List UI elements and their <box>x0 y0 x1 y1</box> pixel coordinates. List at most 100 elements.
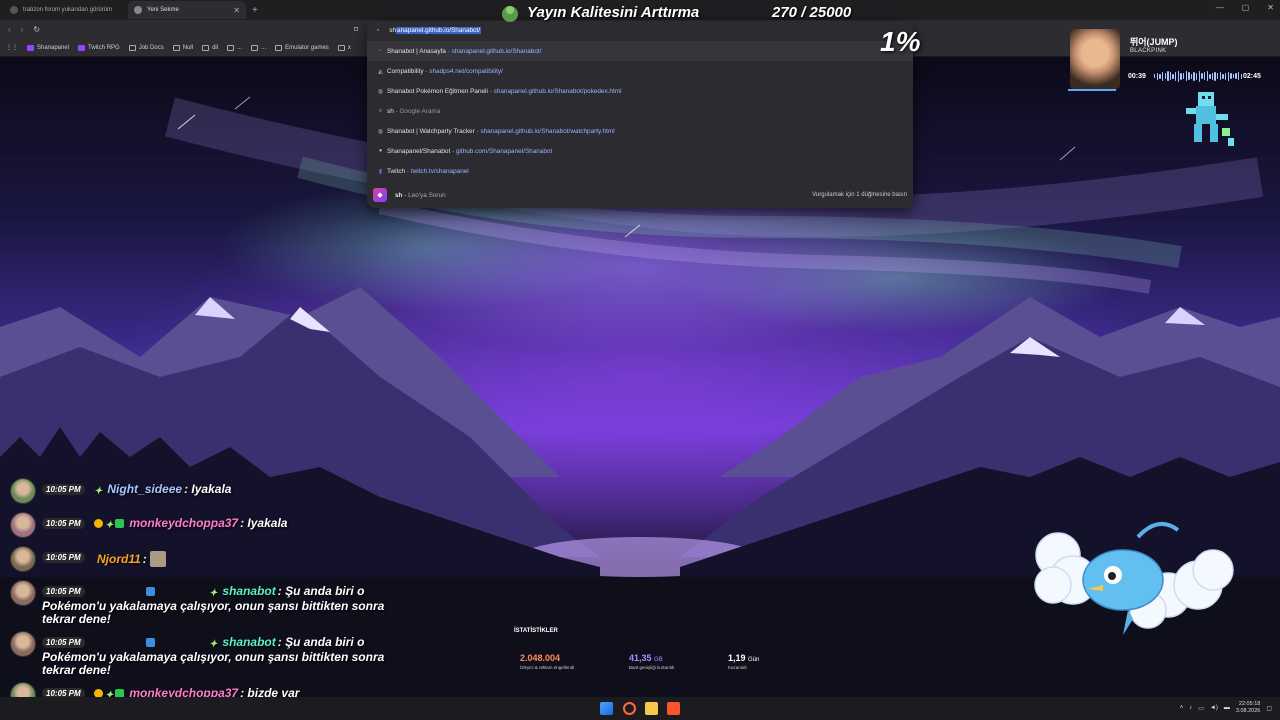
tab-favicon-icon <box>134 6 142 14</box>
chat-timestamp: 10:05 PM <box>42 552 85 563</box>
album-art <box>1070 29 1120 89</box>
twitch-icon <box>78 44 86 51</box>
gift-badge-icon <box>115 519 125 528</box>
leo-ask-row[interactable]: ◆ sh - Leo'ya Sorun Vurgulamak için 1 dü… <box>373 187 907 203</box>
reload-icon[interactable]: ↻ <box>33 25 40 34</box>
sparkle-badge-icon: ✦ <box>94 486 103 497</box>
wave-bar <box>1224 72 1227 80</box>
bookmark-item[interactable]: x <box>337 44 351 51</box>
chat-avatar <box>10 631 36 657</box>
omnibox-suggestion[interactable]: ◍ Shanabot | Watchparty Tracker - shanapa… <box>367 121 913 141</box>
chat-text: : <box>142 552 147 566</box>
bookmark-item[interactable]: Job Docs <box>128 44 164 51</box>
wave-bar <box>1164 73 1166 79</box>
chat-username[interactable]: monkeydchoppa37 <box>129 516 238 530</box>
taskbar-clock[interactable]: 22:05:18 3.08.2026 <box>1236 701 1260 715</box>
chat-avatar <box>10 512 36 538</box>
omnibox-suggestion[interactable]: ● Shanapanel/Shanabot - github.com/Shanap… <box>367 141 913 161</box>
folder-icon <box>202 44 210 51</box>
bookmark-item[interactable]: dil <box>202 44 218 51</box>
twitch-icon <box>27 44 34 51</box>
address-bar[interactable]: ▫ shanapanel.github.io/Shanabot/ <box>367 21 913 39</box>
new-tab-button[interactable]: + <box>252 5 258 16</box>
stat-value: 2.048.004 <box>520 653 561 663</box>
clock-date: 3.08.2026 <box>1235 708 1261 714</box>
song-title: 뛰어(JUMP) <box>1130 37 1178 47</box>
brave-stats-panel: İSTATİSTİKLER 2.048.004 İzleyici & rekla… <box>514 628 794 678</box>
pixel-character-sprite <box>1186 92 1234 146</box>
omnibox-dropdown: ▫ shanapanel.github.io/Shanabot/ ▫ Shanab… <box>367 21 913 208</box>
leo-hint: Vurgulamak için 1 düğmesine basın <box>812 192 907 198</box>
forward-icon[interactable]: › <box>21 25 24 34</box>
chat-username[interactable]: shanabot <box>222 584 275 598</box>
leo-label: Leo'ya Sorun <box>408 191 446 199</box>
tray-overflow-icon[interactable]: ˄ <box>1180 705 1184 711</box>
wave-bar <box>1159 73 1161 79</box>
search-icon: ⌕ <box>378 107 383 114</box>
bookmark-item[interactable]: ... <box>227 44 242 51</box>
bookmark-star-icon[interactable]: ⌑ <box>354 25 358 34</box>
wave-bar <box>1193 71 1195 81</box>
close-window-button[interactable]: ✕ <box>1267 3 1274 12</box>
volume-icon[interactable]: ◄) <box>1210 705 1218 711</box>
suggestion-title: Shanapanel/Shanabot <box>387 147 451 155</box>
network-icon[interactable]: ▭ <box>1198 705 1204 712</box>
chat-avatar <box>10 580 36 606</box>
globe-icon: ◍ <box>377 128 384 135</box>
stat-ads-blocked: 2.048.004 İzleyici & reklam engellendi <box>520 653 574 670</box>
close-tab-icon[interactable]: ✕ <box>233 6 240 15</box>
stat-label: İzleyici & reklam engellendi <box>520 665 575 670</box>
apps-icon[interactable]: ⋮⋮ <box>6 44 18 51</box>
notifications-icon[interactable]: ▢ <box>1266 705 1272 712</box>
wave-bar <box>1222 73 1224 79</box>
back-icon[interactable]: ‹ <box>8 25 11 34</box>
coin-badge-icon <box>94 519 103 528</box>
omnibox-suggestion[interactable]: ▫ Shanabot | Anasayfa - shanapanel.github… <box>367 41 913 61</box>
folder-icon <box>251 44 259 51</box>
minimize-button[interactable]: — <box>1216 3 1224 12</box>
bookmark-item[interactable]: Null <box>172 44 193 51</box>
bookmark-item[interactable]: Twitch RPG <box>78 44 120 51</box>
chat-username[interactable]: shanabot <box>222 635 275 649</box>
search-icon[interactable] <box>623 702 636 715</box>
omnibox-suggestion[interactable]: ⌕ sh - Google Arama <box>367 101 913 121</box>
wave-bar <box>1209 73 1211 79</box>
wave-bar <box>1169 72 1172 80</box>
suggestion-url: shanapanel.github.io/Shanabot/pokedex.ht… <box>493 87 622 95</box>
microphone-icon[interactable]: ♪ <box>1189 705 1192 711</box>
address-autocomplete: anapanel.github.io/Shanabot/ <box>396 26 482 34</box>
omnibox-suggestion[interactable]: ▮ Twitch - twitch.tv/shanapanel <box>367 161 913 181</box>
tab-1[interactable]: Yeni Sekme ✕ <box>128 1 246 19</box>
wave-bar <box>1182 73 1185 79</box>
globe-icon: ◍ <box>377 88 384 95</box>
brave-browser-icon[interactable] <box>667 702 680 715</box>
chat-timestamp: 10:05 PM <box>42 518 85 529</box>
now-playing-widget: 뛰어(JUMP) BLACKPINK 00:39 02:45 <box>1068 27 1268 91</box>
chat-line: ✦ shanabot: Şu anda biri o Pokémon'u yaka… <box>42 585 402 626</box>
bookmark-item[interactable]: ... <box>251 44 266 51</box>
wave-bar <box>1219 72 1222 80</box>
goal-pokemon-icon <box>502 6 518 22</box>
wave-bar <box>1172 73 1174 79</box>
chat-username[interactable]: Njord11 <box>97 552 141 566</box>
chat-username[interactable]: Night_sideee <box>107 482 182 496</box>
bookmark-item[interactable]: Emulator games <box>275 44 329 51</box>
maximize-button[interactable]: ▢ <box>1242 3 1250 12</box>
wave-bar <box>1185 71 1187 81</box>
bookmark-item[interactable]: Shanapanel <box>27 44 69 51</box>
wave-bar <box>1206 71 1208 81</box>
wave-bar <box>1217 73 1219 79</box>
tab-0[interactable]: trabzon forum yukarıdan görürüm <box>4 1 124 19</box>
suggestion-url: shanapanel.github.io/Shanabot/ <box>451 47 542 55</box>
battery-icon[interactable]: ▬ <box>1224 705 1230 711</box>
wave-bar <box>1232 74 1235 78</box>
file-explorer-icon[interactable] <box>645 702 658 715</box>
suggestion-title: Shanabot | Anasayfa <box>387 47 446 55</box>
omnibox-suggestion[interactable]: ◭ Compatibility - shadps4.net/compatibili… <box>367 61 913 81</box>
omnibox-suggestion[interactable]: ◍ Shanabot Pokémon Eğitmen Paneli - shana… <box>367 81 913 101</box>
twitch-icon: ▮ <box>378 168 383 175</box>
bot-badge-icon <box>146 638 155 647</box>
start-menu-icon[interactable] <box>600 702 613 715</box>
chat-line: ✦ monkeydchoppa37: Iyakala <box>94 517 414 532</box>
tab-title: trabzon forum yukarıdan görürüm <box>23 7 113 13</box>
